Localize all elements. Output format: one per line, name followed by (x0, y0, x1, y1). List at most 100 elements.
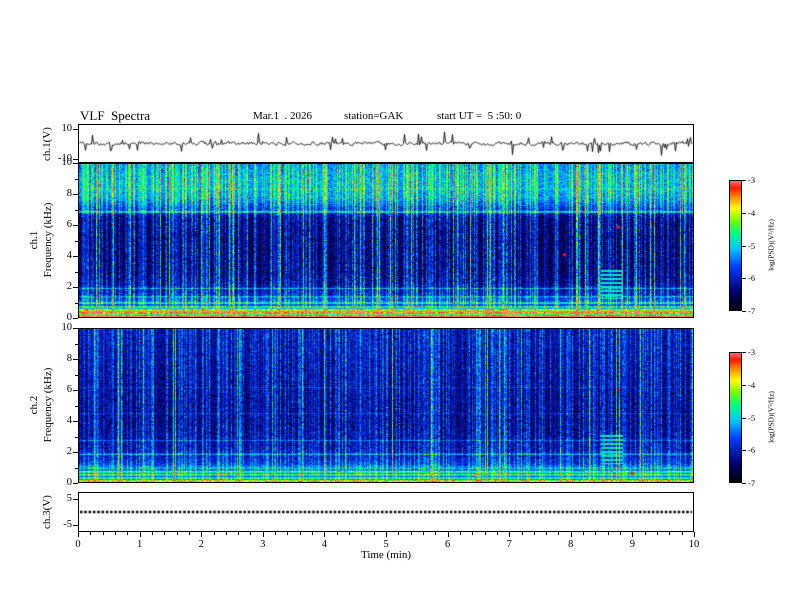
x-axis-minor-tick (90, 532, 92, 535)
x-axis-minor-tick (607, 532, 609, 535)
colorbar-tick-label: -4 (748, 207, 756, 218)
colorbar-tick-label: -5 (748, 412, 756, 423)
x-axis-minor-tick (546, 532, 548, 535)
x-axis-minor-tick (213, 532, 215, 535)
x-axis-minor-tick (275, 532, 277, 535)
station-label: station=GAK (344, 110, 404, 122)
colorbar-tick-label: -7 (748, 306, 756, 316)
x-axis-minor-tick (521, 532, 523, 535)
y-axis-tick (73, 225, 78, 226)
x-axis-minor-tick (287, 532, 289, 535)
x-axis-tick-label: 6 (444, 539, 451, 550)
y-axis-tick (73, 287, 78, 288)
y-axis-tick (73, 194, 78, 195)
colorbar-tick-label: -4 (748, 379, 756, 390)
figure-title: VLF Spectra (80, 108, 151, 123)
x-axis-minor-tick (496, 532, 498, 535)
colorbar-tick (742, 212, 746, 214)
x-axis-minor-tick (583, 532, 585, 535)
y-axis-tick (73, 328, 78, 329)
x-axis-minor-tick (312, 532, 314, 535)
x-axis-minor-tick (398, 532, 400, 535)
x-axis-tick-label: 8 (568, 539, 574, 550)
y-axis-tick (73, 318, 78, 319)
y-axis-minor-tick (75, 302, 78, 304)
x-axis-minor-tick (349, 532, 351, 535)
x-axis-tick-label: 1 (136, 539, 143, 550)
x-axis-tick-label: 9 (629, 539, 636, 550)
x-axis-minor-tick (127, 532, 129, 535)
y-axis-tick-label: 6 (66, 384, 72, 395)
ch2-spectrogram-canvas (79, 329, 693, 482)
date-label: Mar.1 . 2026 (253, 110, 312, 122)
x-axis-tick (386, 532, 387, 537)
ch1-waveform-canvas (79, 125, 693, 162)
ch2-colorbar-label: log(PSD)(V²/Hz) (766, 391, 776, 443)
colorbar-tick-label: -5 (748, 240, 756, 251)
vlf-spectra-figure: VLF Spectra Mar.1 . 2026 station=GAK sta… (0, 0, 792, 612)
x-axis-minor-tick (681, 532, 683, 535)
y-axis-tick-label: 2 (66, 446, 72, 457)
colorbar-tick (742, 450, 746, 452)
x-axis-minor-tick (151, 532, 153, 535)
y-axis-tick (73, 158, 78, 160)
ch1-colorbar (729, 180, 742, 311)
x-axis-tick (201, 532, 203, 537)
y-axis-tick-label: 10 (61, 122, 73, 134)
x-axis-minor-tick (299, 532, 301, 535)
x-axis-tick (324, 532, 326, 537)
y-axis-minor-tick (75, 374, 78, 376)
colorbar-tick (742, 352, 746, 353)
ch1-spectrogram-canvas (79, 164, 693, 317)
x-axis-minor-tick (410, 532, 412, 535)
start-ut-label: start UT = 5 :50: 0 (437, 110, 522, 122)
x-axis-tick (509, 532, 511, 537)
y-axis-tick-label: 8 (66, 188, 72, 199)
colorbar-tick (742, 417, 746, 419)
x-axis-tick (632, 532, 634, 537)
ch2-colorbar-canvas (730, 353, 741, 482)
x-axis-tick-label: 7 (506, 539, 512, 550)
spec1-channel-label: ch.1 (28, 230, 40, 250)
x-axis-minor-tick (533, 532, 535, 535)
y-axis-tick-label: 0 (66, 477, 72, 488)
x-axis-minor-tick (176, 532, 178, 535)
y-axis-tick-label: -10 (58, 152, 72, 164)
time-axis-label: Time (min) (360, 549, 411, 561)
x-axis-minor-tick (558, 532, 560, 535)
colorbar-tick (742, 483, 746, 484)
ch3-waveform-panel (78, 492, 694, 532)
x-axis-tick (78, 532, 79, 537)
x-axis-minor-tick (336, 532, 338, 535)
ch1-waveform-panel (78, 124, 694, 163)
y-axis-tick (73, 163, 78, 164)
x-axis-tick (447, 532, 449, 537)
x-axis-tick-label: 0 (75, 539, 81, 550)
spec1-frequency-axis-label: Frequency (kHz) (42, 202, 54, 278)
colorbar-tick-label: -7 (748, 478, 756, 488)
x-axis-minor-tick (164, 532, 166, 535)
colorbar-tick-label: -6 (748, 445, 756, 456)
x-axis-minor-tick (361, 532, 363, 535)
ch1-colorbar-canvas (730, 181, 741, 310)
y-axis-tick-label: 6 (66, 219, 72, 230)
x-axis-minor-tick (114, 532, 116, 535)
y-axis-minor-tick (75, 436, 78, 438)
colorbar-tick (742, 278, 746, 280)
y-axis-tick-label: 2 (66, 281, 72, 292)
x-axis-tick-label: 3 (260, 539, 266, 550)
y-axis-minor-tick (75, 178, 78, 180)
y-axis-tick (73, 483, 78, 484)
y-axis-minor-tick (75, 405, 78, 407)
x-axis-tick-label: 4 (321, 539, 328, 550)
x-axis-minor-tick (188, 532, 190, 535)
x-axis-tick (694, 532, 695, 537)
y-axis-minor-tick (75, 271, 78, 273)
colorbar-tick-label: -3 (748, 347, 756, 357)
x-axis-tick (139, 532, 141, 537)
y-axis-tick (73, 390, 78, 391)
x-axis-tick (262, 532, 264, 537)
x-axis-tick-label: 2 (198, 539, 204, 550)
y-axis-tick (73, 498, 78, 500)
y-axis-tick (73, 452, 78, 453)
